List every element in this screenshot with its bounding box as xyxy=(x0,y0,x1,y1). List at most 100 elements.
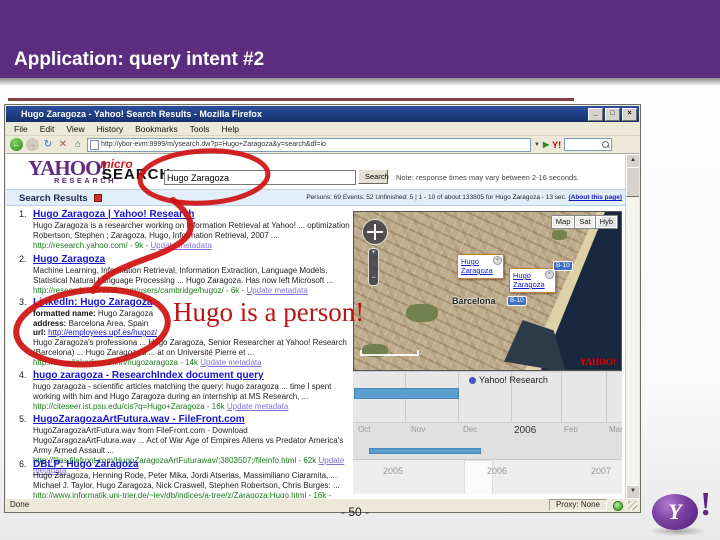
search-button[interactable]: Search xyxy=(358,169,389,184)
address-bar[interactable]: http://ybor-evm:9999/m/ysearch.dw?p=Hugo… xyxy=(87,137,531,152)
timeline-month-band[interactable]: Oct Nov Dec 2006 Feb Mar xyxy=(353,422,622,460)
satellite-map[interactable]: + − Map Sat Hyb Hugo Zaragoza × Hugo Zar… xyxy=(353,211,622,371)
legend-dot-icon xyxy=(469,377,476,384)
result-title-link[interactable]: Hugo Zaragoza | Yahoo! Research xyxy=(33,209,351,221)
result-url: http://www.linkedin.com/in/hugozaragoza … xyxy=(33,358,351,368)
stop-icon[interactable]: ✕ xyxy=(57,139,69,150)
result-title-link[interactable]: HugoZaragozaArtFutura.wav - FileFront.co… xyxy=(33,414,351,426)
map-button[interactable]: Map xyxy=(550,215,576,229)
menu-file[interactable]: File xyxy=(14,124,28,134)
result-number: 2. xyxy=(19,254,27,264)
scrollbar[interactable]: ▲ ▼ xyxy=(625,154,639,499)
yahoo-watermark: YAHOO! xyxy=(579,357,616,367)
sat-button[interactable]: Sat xyxy=(574,215,596,229)
year-tick: 2006 xyxy=(487,466,508,476)
maximize-button[interactable]: □ xyxy=(605,107,620,121)
forward-icon[interactable]: → xyxy=(26,138,39,151)
menu-history[interactable]: History xyxy=(97,124,123,134)
menu-bookmarks[interactable]: Bookmarks xyxy=(135,124,178,134)
update-metadata-link[interactable]: Update metadata xyxy=(227,402,288,411)
meta-label: formatted name: xyxy=(33,309,96,318)
map-park xyxy=(406,304,438,322)
status-green-icon xyxy=(613,501,623,511)
map-sea xyxy=(540,212,621,370)
scroll-down-icon[interactable]: ▼ xyxy=(626,485,639,499)
yahoo-exclamation-icon: ! xyxy=(700,486,712,523)
year-tick: 2007 xyxy=(591,466,612,476)
update-metadata-link[interactable]: Update metadata xyxy=(200,358,261,367)
map-scale-bar xyxy=(360,350,419,356)
results-stats-text: Persons: 69 Events: 52 Unfinished: 5 | 1… xyxy=(306,194,567,201)
menu-view[interactable]: View xyxy=(66,124,84,134)
result-title-link[interactable]: DBLP: Hugo Zaragoza xyxy=(33,459,351,471)
menu-help[interactable]: Help xyxy=(221,124,238,134)
slide: Application: query intent #2 Hugo Zarago… xyxy=(0,0,720,540)
go-icon[interactable]: ▶ xyxy=(543,140,549,149)
yahoo-research-logo: YAHOO! RESEARCH xyxy=(28,156,114,185)
hyb-button[interactable]: Hyb xyxy=(594,215,619,229)
meta-url-link[interactable]: http://employees.upf.es/hugoz/ xyxy=(48,328,157,337)
menu-tools[interactable]: Tools xyxy=(190,124,210,134)
map-pan-control[interactable] xyxy=(362,219,388,245)
timeline-year-band[interactable]: 2005 2006 2007 xyxy=(353,459,622,494)
page-number: - 50 - xyxy=(341,505,370,519)
map-popup: Hugo Zaragoza × xyxy=(509,268,556,293)
city-label: Barcelona xyxy=(452,296,496,306)
result-url: http://research.microsoft.com/users/camb… xyxy=(33,286,351,296)
annotation-text: Hugo is a person! xyxy=(173,297,365,327)
query-input[interactable] xyxy=(164,170,356,185)
scrollbar-thumb[interactable] xyxy=(626,167,639,197)
rss-icon[interactable] xyxy=(94,194,102,202)
result-snippet: Machine Learning, Information Retrieval,… xyxy=(33,266,334,285)
minimize-button[interactable]: _ xyxy=(588,107,603,121)
year-tick: 2005 xyxy=(383,466,404,476)
response-time-note: Note: response times may vary between 2-… xyxy=(396,173,580,182)
map-park xyxy=(552,230,567,240)
scroll-up-icon[interactable]: ▲ xyxy=(626,154,639,168)
status-proxy: Proxy: None xyxy=(548,499,607,511)
address-dropdown-icon[interactable]: ▼ xyxy=(534,142,540,148)
result-title-link[interactable]: hugo zaragoza - ResearchIndex document q… xyxy=(33,370,351,382)
menu-edit[interactable]: Edit xyxy=(40,124,55,134)
result-snippet: Hugo Zaragoza, Henning Rode, Peter Mika,… xyxy=(33,471,340,490)
month-tick: Nov xyxy=(411,425,426,434)
month-tick: Dec xyxy=(463,425,478,434)
result-number: 4. xyxy=(19,370,27,380)
toolbar-search-input[interactable] xyxy=(564,138,613,151)
popup-close-icon[interactable]: × xyxy=(493,256,502,265)
zoom-out-icon[interactable]: − xyxy=(369,275,378,283)
update-metadata-link[interactable]: Update metadata xyxy=(150,241,211,250)
back-icon[interactable]: ← xyxy=(10,138,23,151)
result-number: 3. xyxy=(19,297,27,307)
result-url: http://research.yahoo.com/ - 9k - Update… xyxy=(33,241,351,251)
year-tick: 2006 xyxy=(514,425,537,436)
timeline-widget[interactable]: Yahoo! Research Oct Nov Dec 2006 Feb Mar… xyxy=(353,371,622,494)
search-result: 2. Hugo Zaragoza Machine Learning, Infor… xyxy=(19,254,351,296)
search-icon xyxy=(602,141,610,148)
update-metadata-link[interactable]: Update metadata xyxy=(246,286,307,295)
slide-header: Application: query intent #2 xyxy=(0,0,720,78)
meta-label: url: xyxy=(33,328,46,337)
results-header-label: Search Results xyxy=(19,193,88,204)
map-zoom-slider[interactable]: + − xyxy=(368,248,379,286)
map-popup-link[interactable]: Hugo Zaragoza xyxy=(513,271,545,289)
search-result: 1. Hugo Zaragoza | Yahoo! Research Hugo … xyxy=(19,209,351,251)
map-popup-link[interactable]: Hugo Zaragoza xyxy=(461,257,493,275)
meta-line: url: http://employees.upf.es/hugoz/ xyxy=(33,328,351,338)
close-button[interactable]: × xyxy=(622,107,637,121)
zoom-in-icon[interactable]: + xyxy=(369,249,378,257)
reload-icon[interactable]: ↻ xyxy=(42,139,54,150)
timeline-legend: Yahoo! Research xyxy=(469,375,548,385)
yahoo-search-engine-icon[interactable]: Y! xyxy=(552,140,561,150)
header-shadow xyxy=(0,78,720,86)
result-url-text: http://www.linkedin.com/in/hugozaragoza … xyxy=(33,357,198,367)
status-done: Done xyxy=(10,500,30,509)
timeline-overview-bar xyxy=(369,448,481,454)
timeline-event-bar[interactable] xyxy=(354,388,459,399)
about-this-page-link[interactable]: (About this page) xyxy=(569,194,622,201)
resize-grip-icon[interactable] xyxy=(628,501,637,510)
map-popup: Hugo Zaragoza × xyxy=(457,254,504,279)
result-title-link[interactable]: Hugo Zaragoza xyxy=(33,254,351,266)
popup-close-icon[interactable]: × xyxy=(545,270,554,279)
home-icon[interactable]: ⌂ xyxy=(72,139,84,150)
